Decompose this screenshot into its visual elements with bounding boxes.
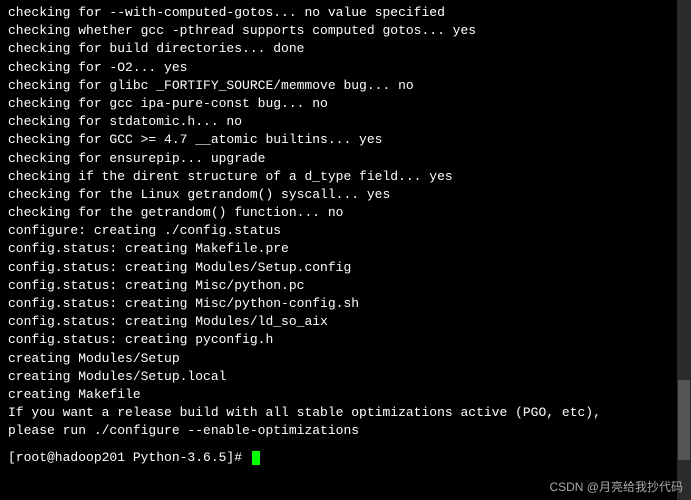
output-line: checking for GCC >= 4.7 __atomic builtin… [8,131,683,149]
output-line: checking if the dirent structure of a d_… [8,168,683,186]
scrollbar[interactable] [677,0,691,500]
cursor-icon [252,451,260,465]
output-line: checking for gcc ipa-pure-const bug... n… [8,95,683,113]
output-line: checking for the getrandom() function...… [8,204,683,222]
output-line: creating Modules/Setup.local [8,368,683,386]
output-line: checking for -O2... yes [8,59,683,77]
output-line: checking for the Linux getrandom() sysca… [8,186,683,204]
output-line: checking for build directories... done [8,40,683,58]
output-line: config.status: creating pyconfig.h [8,331,683,349]
output-line: configure: creating ./config.status [8,222,683,240]
output-line: checking for stdatomic.h... no [8,113,683,131]
shell-prompt: [root@hadoop201 Python-3.6.5]# [8,450,250,465]
watermark-text: CSDN @月亮给我抄代码 [549,479,683,496]
output-line: checking whether gcc -pthread supports c… [8,22,683,40]
terminal-output: checking for --with-computed-gotos... no… [8,4,683,441]
output-line: config.status: creating Modules/Setup.co… [8,259,683,277]
output-line: checking for glibc _FORTIFY_SOURCE/memmo… [8,77,683,95]
output-line: creating Modules/Setup [8,350,683,368]
scrollbar-thumb[interactable] [678,380,690,460]
terminal-prompt-line[interactable]: [root@hadoop201 Python-3.6.5]# [8,449,683,467]
output-line: If you want a release build with all sta… [8,404,683,422]
output-line: checking for --with-computed-gotos... no… [8,4,683,22]
output-line: checking for ensurepip... upgrade [8,150,683,168]
output-line: config.status: creating Modules/ld_so_ai… [8,313,683,331]
output-line: config.status: creating Misc/python.pc [8,277,683,295]
output-line: config.status: creating Misc/python-conf… [8,295,683,313]
output-line: config.status: creating Makefile.pre [8,240,683,258]
output-line: please run ./configure --enable-optimiza… [8,422,683,440]
output-line: creating Makefile [8,386,683,404]
